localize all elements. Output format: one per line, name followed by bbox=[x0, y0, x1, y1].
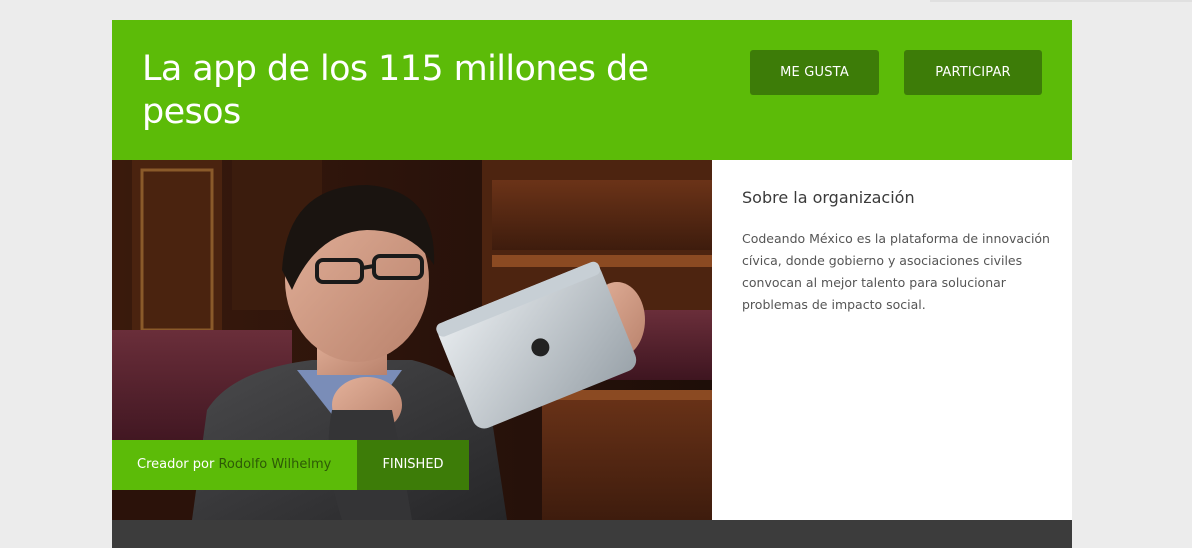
project-card: La app de los 115 millones de pesos ME G… bbox=[112, 20, 1072, 548]
project-title: La app de los 115 millones de pesos bbox=[142, 49, 649, 132]
top-edge-shadow bbox=[930, 0, 1192, 2]
about-description: Codeando México es la plataforma de inno… bbox=[742, 231, 1050, 312]
hero-image: Creador por Rodolfo Wilhelmy FINISHED bbox=[112, 160, 712, 520]
creator-info: Creador por Rodolfo Wilhelmy bbox=[112, 440, 357, 490]
status-badge: FINISHED bbox=[357, 440, 469, 490]
about-organization: Sobre la organización Codeando México es… bbox=[742, 188, 1052, 316]
like-button[interactable]: ME GUSTA bbox=[750, 50, 879, 95]
creator-prefix: Creador por bbox=[137, 457, 215, 472]
about-heading: Sobre la organización bbox=[742, 188, 915, 207]
footer-band bbox=[112, 520, 1072, 548]
creator-name-link[interactable]: Rodolfo Wilhelmy bbox=[218, 457, 331, 472]
participate-button[interactable]: PARTICIPAR bbox=[904, 50, 1042, 95]
project-header: La app de los 115 millones de pesos ME G… bbox=[112, 20, 1072, 160]
creator-bar: Creador por Rodolfo Wilhelmy FINISHED bbox=[112, 440, 469, 490]
